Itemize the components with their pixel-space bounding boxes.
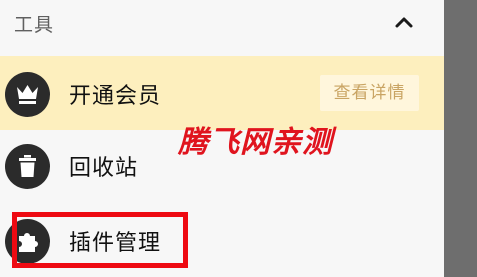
crown-icon <box>5 72 50 117</box>
chevron-up-icon[interactable] <box>391 10 417 36</box>
annotation-highlight-box <box>12 212 188 268</box>
overlay-edge <box>444 0 477 277</box>
watermark-text: 腾飞网亲测 <box>178 125 333 160</box>
view-details-button[interactable]: 查看详情 <box>320 75 419 111</box>
vip-label: 开通会员 <box>69 84 162 109</box>
trash-icon <box>5 144 50 189</box>
recycle-bin-label: 回收站 <box>69 156 139 181</box>
section-title: 工具 <box>14 14 55 36</box>
screen: 工具 开通会员 查看详情 回收站 插件管理 腾飞网亲测 <box>0 0 477 277</box>
tools-section-header[interactable]: 工具 <box>0 0 444 46</box>
